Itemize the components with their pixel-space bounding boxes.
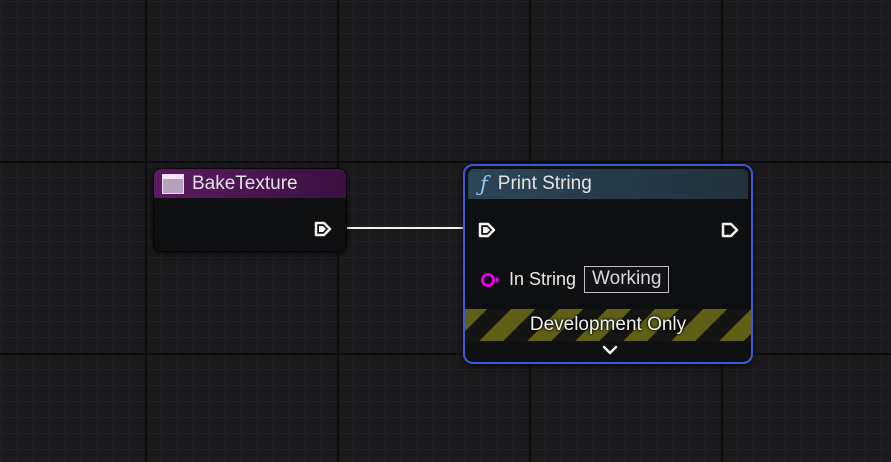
chevron-down-icon[interactable] [602, 344, 618, 356]
event-node-title: BakeTexture [192, 172, 298, 194]
print-string-header[interactable]: ƒ Print String [468, 169, 748, 199]
event-icon [162, 173, 184, 194]
in-string-label: In String [509, 269, 577, 289]
print-string-title: Print String [497, 173, 592, 194]
development-only-label: Development Only [529, 314, 687, 335]
bake-texture-event-node[interactable]: BakeTexture [153, 168, 347, 252]
exec-wire-layer [331, 227, 478, 229]
blueprint-graph-canvas[interactable]: BakeTexture ƒ Print String In String Wor… [0, 0, 891, 462]
in-string-pin-row: In String Working [481, 266, 670, 293]
pin-arrow-icon [496, 276, 500, 283]
event-node-header[interactable]: BakeTexture [154, 169, 346, 198]
print-string-node[interactable]: ƒ Print String In String Working Develop… [463, 164, 753, 364]
in-string-input[interactable]: Working [584, 266, 670, 293]
exec-output-pin[interactable] [314, 221, 332, 237]
exec-input-pin[interactable] [478, 222, 496, 238]
development-only-banner: Development Only [465, 309, 751, 341]
exec-output-pin[interactable] [721, 222, 739, 238]
string-input-pin[interactable] [481, 272, 495, 287]
function-icon: ƒ [480, 172, 488, 196]
